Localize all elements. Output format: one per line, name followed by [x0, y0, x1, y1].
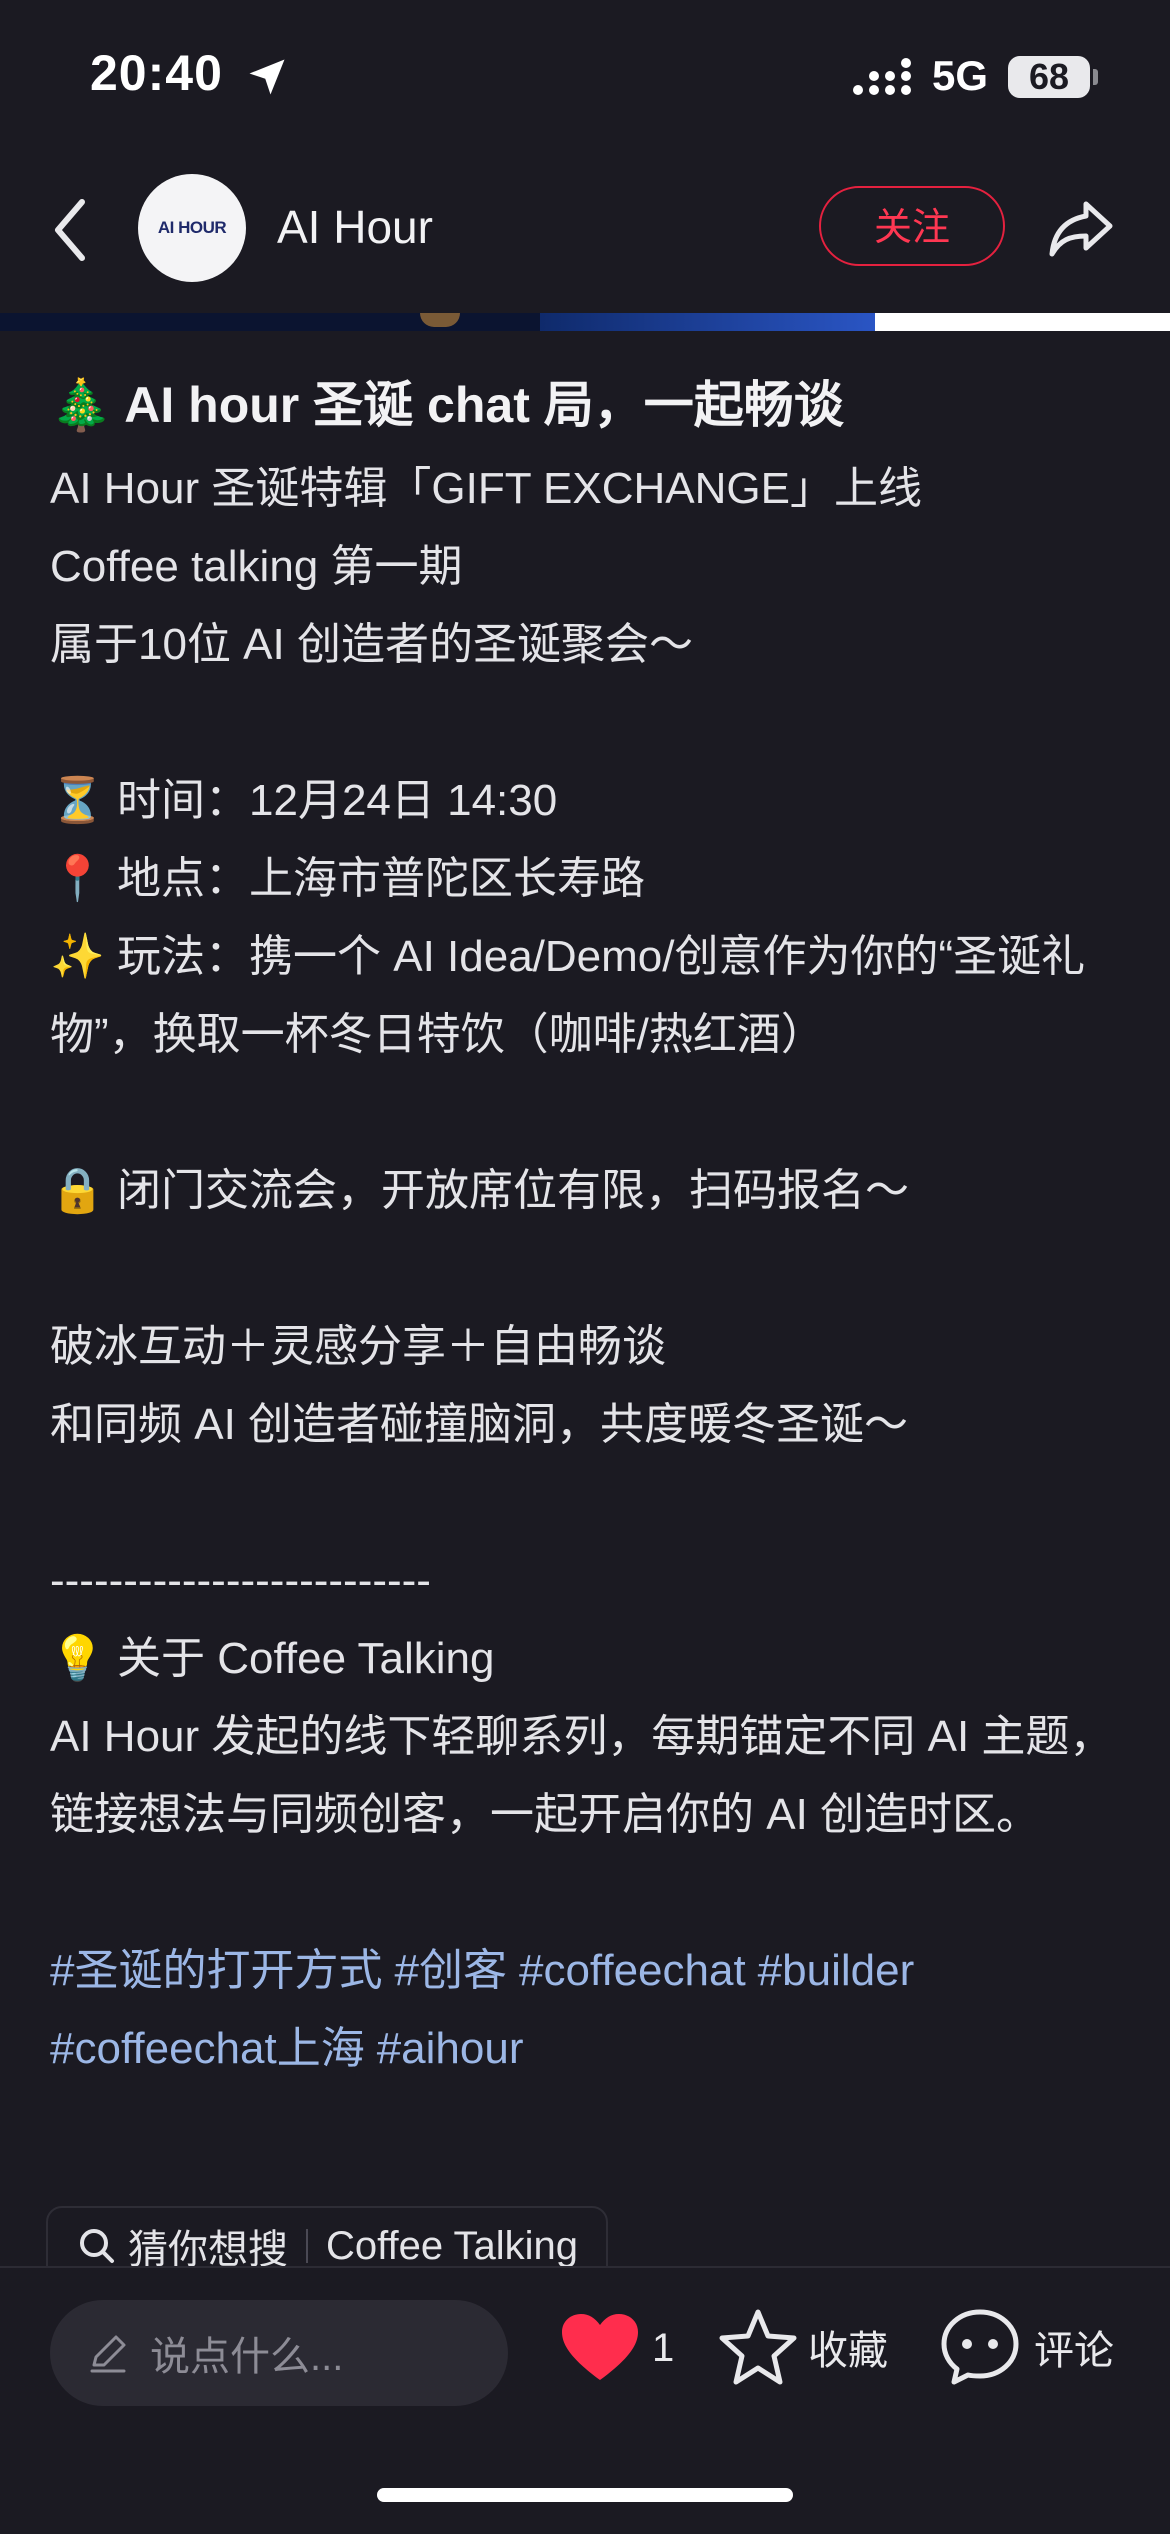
favorite-button[interactable]: 收藏 — [718, 2308, 888, 2386]
post-header: AI HOUR AI Hour 关注 — [0, 170, 1170, 290]
network-type: 5G — [932, 52, 989, 99]
body-line-about-desc: AI Hour 发起的线下轻聊系列，每期锚定不同 AI 主题，链接想法与同频创客… — [50, 1712, 1114, 1839]
hashtag-list: #圣诞的打开方式 #创客 #coffeechat #builder #coffeech… — [50, 1932, 1130, 2088]
author-avatar[interactable]: AI HOUR — [138, 174, 246, 282]
hashtag[interactable]: #圣诞的打开方式 — [50, 1946, 382, 1995]
like-button[interactable]: 1 — [560, 2312, 674, 2384]
post-title: 🎄 AI hour 圣诞 chat 局，一起畅谈 — [50, 377, 844, 433]
hashtag[interactable]: #创客 — [394, 1946, 506, 1995]
comment-placeholder: 说点什么... — [150, 2335, 344, 2379]
home-indicator[interactable] — [377, 2488, 793, 2502]
body-line: Coffee talking 第一期 — [50, 542, 463, 591]
body-line-about: 💡 关于 Coffee Talking — [50, 1634, 495, 1683]
status-time: 20:40 — [90, 45, 223, 101]
hashtag[interactable]: #coffeechat上海 — [50, 2024, 365, 2073]
body-line-closed-meeting: 🔒 闭门交流会，开放席位有限，扫码报名～ — [50, 1166, 910, 1215]
author-name[interactable]: AI Hour — [277, 200, 433, 254]
avatar-logo-text: AI HOUR — [157, 218, 227, 237]
share-icon[interactable] — [1046, 196, 1116, 260]
body-line-gameplay: ✨ 玩法：携一个 AI Idea/Demo/创意作为你的“圣诞礼物”，换取一杯冬… — [50, 932, 1086, 1059]
body-line: 破冰互动＋灵感分享＋自由畅谈 — [50, 1322, 666, 1371]
divider — [306, 2229, 308, 2263]
body-line-time: ⏳ 时间：12月24日 14:30 — [50, 776, 558, 825]
hashtag[interactable]: #builder — [758, 1946, 915, 1995]
search-icon — [80, 2229, 114, 2263]
body-line: 和同频 AI 创造者碰撞脑洞，共度暖冬圣诞～ — [50, 1400, 909, 1449]
post-content: 🎄 AI hour 圣诞 chat 局，一起畅谈 AI Hour 圣诞特辑「GI… — [50, 360, 1130, 2088]
location-arrow-icon — [249, 59, 285, 95]
comment-input[interactable]: 说点什么... — [50, 2300, 508, 2406]
body-line: 属于10位 AI 创造者的圣诞聚会～ — [50, 620, 693, 669]
divider-line: -------------------------- — [50, 1556, 431, 1605]
body-line-location: 📍 地点：上海市普陀区长寿路 — [50, 854, 646, 903]
battery-level: 68 — [1008, 56, 1090, 98]
follow-button[interactable]: 关注 — [819, 186, 1005, 266]
post-body: AI Hour 圣诞特辑「GIFT EXCHANGE」上线 Coffee tal… — [50, 450, 1130, 1932]
image-fragment — [420, 313, 460, 327]
image-fragment — [540, 313, 875, 331]
favorite-label: 收藏 — [808, 2329, 888, 2373]
image-carousel-bottom-edge[interactable] — [0, 313, 1170, 331]
comment-label: 评论 — [1034, 2329, 1114, 2373]
back-chevron-icon[interactable] — [50, 196, 90, 264]
hashtag[interactable]: #aihour — [377, 2024, 524, 2073]
battery-tip — [1093, 69, 1098, 85]
carousel-progress-indicator — [875, 313, 1170, 331]
comment-button[interactable]: 评论 — [940, 2308, 1114, 2386]
like-count: 1 — [652, 2325, 675, 2370]
heart-icon — [562, 2314, 638, 2380]
comment-bubble-icon — [941, 2309, 1019, 2385]
star-icon — [719, 2309, 797, 2385]
status-bar: 20:40 5G 68 — [0, 0, 1170, 150]
hashtag[interactable]: #coffeechat — [519, 1946, 746, 1995]
pencil-icon — [90, 2335, 126, 2373]
suggest-query: Coffee Talking — [326, 2223, 579, 2268]
body-line: AI Hour 圣诞特辑「GIFT EXCHANGE」上线 — [50, 464, 922, 513]
cellular-signal-icon — [853, 58, 911, 95]
